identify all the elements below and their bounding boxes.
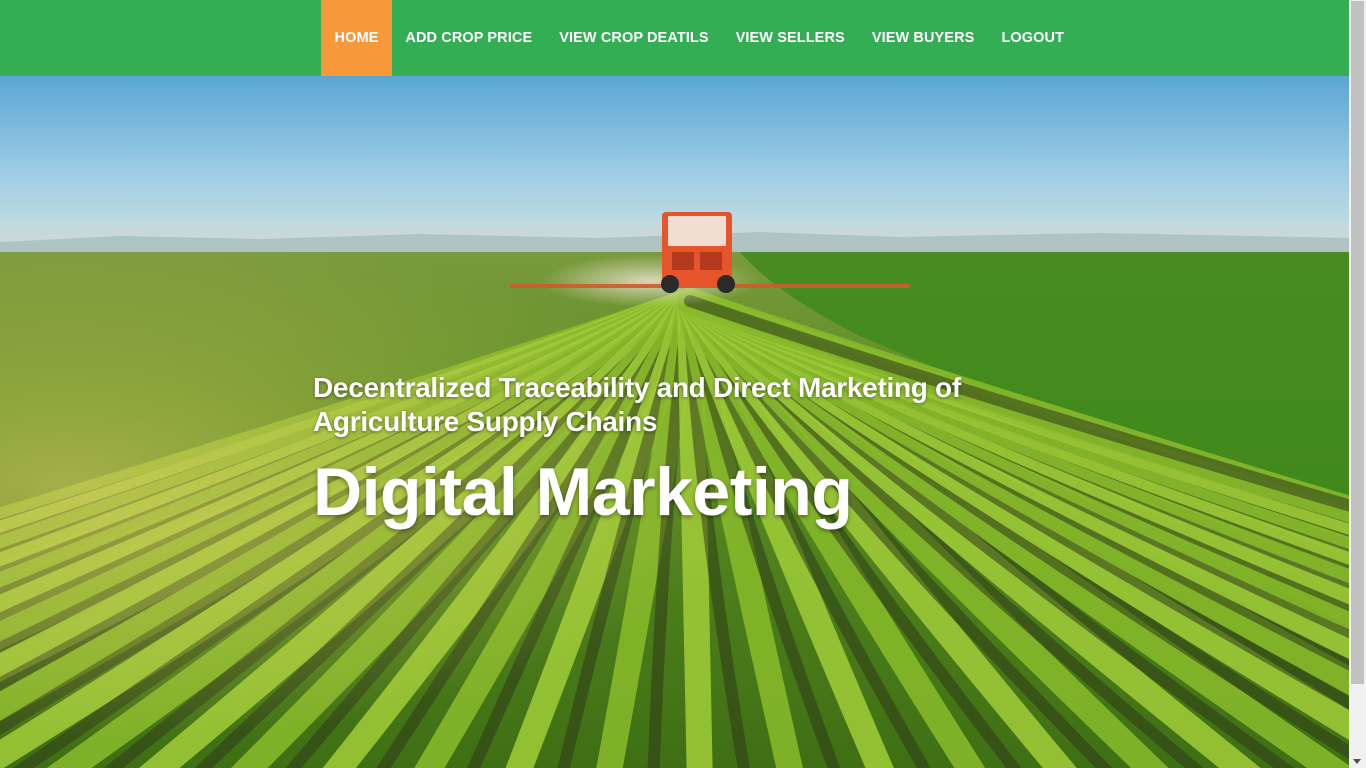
nav-add-crop-price-link[interactable]: ADD CROP PRICE <box>392 0 546 76</box>
nav-view-sellers-link[interactable]: VIEW SELLERS <box>722 0 858 76</box>
scroll-down-arrow-icon[interactable] <box>1353 759 1361 764</box>
hero-text-block: Decentralized Traceability and Direct Ma… <box>313 371 1013 527</box>
top-navbar: HOME ADD CROP PRICE VIEW CROP DEATILS VI… <box>0 0 1349 76</box>
scrollbar-thumb[interactable] <box>1351 1 1364 684</box>
nav-logout-link[interactable]: LOGOUT <box>988 0 1078 76</box>
vertical-scrollbar[interactable] <box>1349 0 1366 768</box>
nav-view-buyers-link[interactable]: VIEW BUYERS <box>858 0 988 76</box>
nav-menu: HOME ADD CROP PRICE VIEW CROP DEATILS VI… <box>321 0 1078 76</box>
hero-subtitle: Decentralized Traceability and Direct Ma… <box>313 372 961 437</box>
hero-title: Digital Marketing <box>313 454 853 530</box>
nav-view-crop-details-link[interactable]: VIEW CROP DEATILS <box>546 0 722 76</box>
nav-home-link[interactable]: HOME <box>321 0 392 76</box>
hero-banner: Decentralized Traceability and Direct Ma… <box>0 76 1349 768</box>
page: HOME ADD CROP PRICE VIEW CROP DEATILS VI… <box>0 0 1366 768</box>
